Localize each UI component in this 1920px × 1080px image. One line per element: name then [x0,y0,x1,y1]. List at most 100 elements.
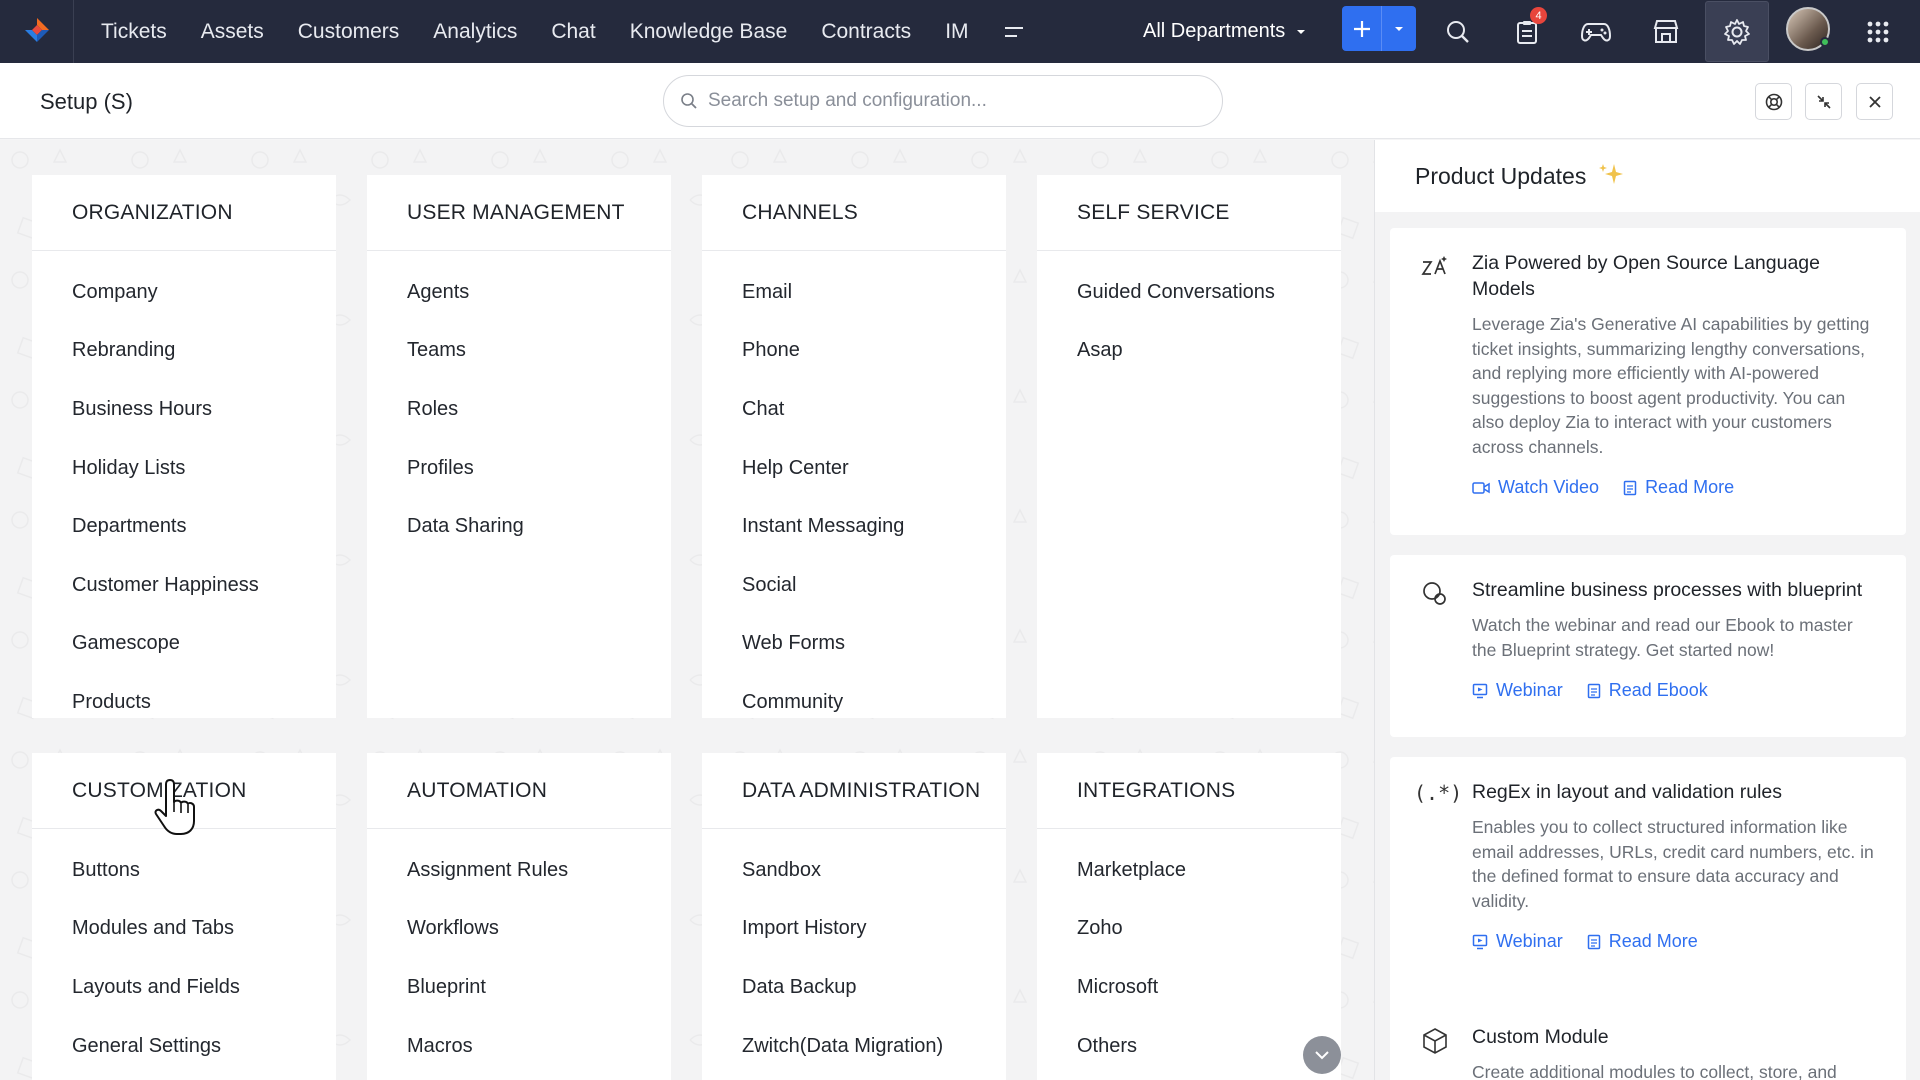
section-organization: ORGANIZATION Company Rebranding Business… [32,175,336,718]
update-card: Streamline business processes with bluep… [1390,555,1906,737]
setup-link-social[interactable]: Social [702,556,1006,615]
gamescope-button[interactable] [1566,0,1626,63]
setup-link-departments[interactable]: Departments [32,497,336,556]
setup-link-others[interactable]: Others [1037,1017,1341,1076]
regex-icon: (.*) [1414,781,1463,805]
watch-video-link[interactable]: Watch Video [1472,477,1599,498]
link-label: Read More [1645,477,1735,497]
setup-link-marketplace[interactable]: Marketplace [1037,841,1341,900]
webinar-link[interactable]: Webinar [1472,680,1563,701]
nav-contracts[interactable]: Contracts [804,0,928,63]
setup-link-microsoft[interactable]: Microsoft [1037,958,1341,1017]
marketplace-button[interactable] [1636,0,1696,63]
app-logo[interactable] [0,0,74,63]
notifications-button[interactable]: 4 [1497,0,1557,63]
nav-customers[interactable]: Customers [281,0,417,63]
scroll-down-button[interactable] [1303,1036,1341,1074]
setup-link-web-forms[interactable]: Web Forms [702,615,1006,674]
read-ebook-link[interactable]: Read Ebook [1587,680,1708,701]
chevron-down-icon [1315,1051,1329,1060]
section-title: CHANNELS [702,175,1006,251]
setup-link-gamescope[interactable]: Gamescope [32,615,336,674]
setup-link-asap[interactable]: Asap [1037,322,1341,381]
zia-ai-icon [1421,256,1447,275]
section-data-administration: DATA ADMINISTRATION Sandbox Import Histo… [702,753,1006,1080]
nav-knowledge-base[interactable]: Knowledge Base [613,0,805,63]
setup-link-layouts-and-fields[interactable]: Layouts and Fields [32,958,336,1017]
setup-link-products[interactable]: Products [32,673,336,732]
setup-link-sandbox[interactable]: Sandbox [702,841,1006,900]
search-icon [1447,20,1469,43]
link-label: Read More [1608,931,1698,951]
setup-link-community[interactable]: Community [702,673,1006,732]
hand-cursor-icon [154,779,195,835]
setup-link-buttons[interactable]: Buttons [32,841,336,900]
section-integrations: INTEGRATIONS Marketplace Zoho Microsoft … [1037,753,1341,1080]
setup-link-phone[interactable]: Phone [702,322,1006,381]
setup-link-instant-messaging[interactable]: Instant Messaging [702,497,1006,556]
setup-search[interactable] [663,75,1223,127]
section-user-management: USER MANAGEMENT Agents Teams Roles Profi… [367,175,671,718]
nav-chat[interactable]: Chat [534,0,612,63]
setup-header: Setup (S) [0,63,1920,139]
department-selector[interactable]: All Departments [1143,0,1307,63]
setup-link-holiday-lists[interactable]: Holiday Lists [32,439,336,498]
section-title: DATA ADMINISTRATION [702,753,1006,829]
setup-link-import-history[interactable]: Import History [702,900,1006,959]
setup-link-profiles[interactable]: Profiles [367,439,671,498]
setup-search-input[interactable] [708,90,1188,112]
setup-link-blueprint[interactable]: Blueprint [367,958,671,1017]
cube-module-icon [1423,1028,1447,1054]
read-more-link[interactable]: Read More [1623,477,1734,498]
grid-icon [1867,21,1889,42]
setup-link-rebranding[interactable]: Rebranding [32,322,336,381]
search-button[interactable] [1428,0,1488,63]
setup-link-roles[interactable]: Roles [367,380,671,439]
setup-link-zoho[interactable]: Zoho [1037,900,1341,959]
nav-analytics[interactable]: Analytics [416,0,534,63]
plus-icon[interactable] [1342,6,1382,51]
setup-link-macros[interactable]: Macros [367,1017,671,1076]
more-menu-icon[interactable] [986,19,1042,45]
setup-link-workflows[interactable]: Workflows [367,900,671,959]
nav-tickets[interactable]: Tickets [84,0,184,63]
setup-link-agents[interactable]: Agents [367,263,671,322]
link-label: Webinar [1496,931,1563,951]
new-item-dropdown[interactable] [1382,6,1416,51]
setup-link-zwitch[interactable]: Zwitch(Data Migration) [702,1017,1006,1076]
collapse-arrows-icon [1816,94,1831,109]
setup-button[interactable] [1705,1,1769,62]
close-button[interactable] [1856,83,1893,120]
update-description: Enables you to collect structured inform… [1472,817,1874,911]
setup-link-customer-happiness[interactable]: Customer Happiness [32,556,336,615]
help-button[interactable] [1755,83,1792,120]
setup-link-guided-conversations[interactable]: Guided Conversations [1037,263,1341,322]
department-label: All Departments [1143,20,1286,42]
setup-link-business-hours[interactable]: Business Hours [32,380,336,439]
update-title: RegEx in layout and validation rules [1472,781,1783,803]
collapse-button[interactable] [1805,83,1842,120]
update-title: Zia Powered by Open Source Language Mode… [1472,252,1820,300]
setup-link-modules-and-tabs[interactable]: Modules and Tabs [32,900,336,959]
new-item-button[interactable] [1342,6,1416,51]
section-title: INTEGRATIONS [1037,753,1341,829]
read-more-link[interactable]: Read More [1587,931,1698,952]
setup-link-company[interactable]: Company [32,263,336,322]
section-title: AUTOMATION [367,753,671,829]
setup-link-help-center[interactable]: Help Center [702,439,1006,498]
video-camera-icon [1472,481,1490,494]
webinar-icon [1472,934,1488,949]
blueprint-icon [1423,582,1446,605]
setup-link-data-backup[interactable]: Data Backup [702,958,1006,1017]
setup-link-chat[interactable]: Chat [702,380,1006,439]
nav-assets[interactable]: Assets [184,0,281,63]
store-icon [1653,19,1679,43]
setup-link-general-settings[interactable]: General Settings [32,1017,336,1076]
setup-link-data-sharing[interactable]: Data Sharing [367,497,671,556]
setup-link-teams[interactable]: Teams [367,322,671,381]
app-launcher-button[interactable] [1848,0,1908,63]
setup-link-assignment-rules[interactable]: Assignment Rules [367,841,671,900]
nav-im[interactable]: IM [928,0,985,63]
webinar-link[interactable]: Webinar [1472,931,1563,952]
setup-link-email[interactable]: Email [702,263,1006,322]
